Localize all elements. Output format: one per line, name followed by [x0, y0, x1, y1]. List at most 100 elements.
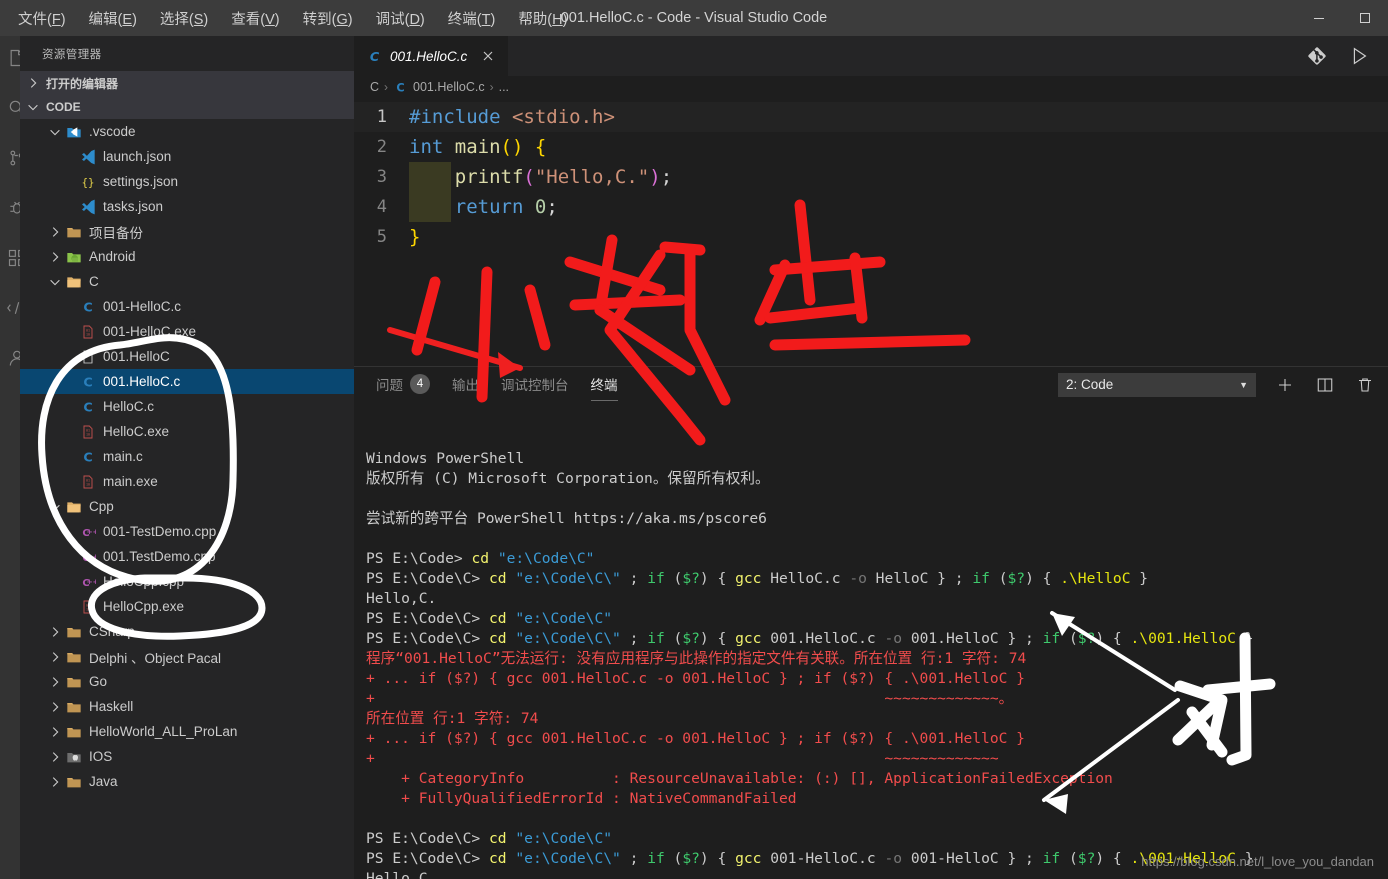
account-icon[interactable]: [2, 346, 20, 370]
tree-file[interactable]: Android: [20, 244, 354, 269]
terminal-line: 尝试新的跨平台 PowerShell https://aka.ms/pscore…: [366, 510, 767, 527]
tree-folder[interactable]: CSharp: [20, 619, 354, 644]
source-control-icon[interactable]: [2, 146, 20, 170]
tree-item-label: main.exe: [103, 474, 158, 489]
tree-file[interactable]: C 001-HelloC.c: [20, 294, 354, 319]
sidebar-section-code[interactable]: CODE: [20, 95, 354, 119]
tree-folder[interactable]: Java: [20, 769, 354, 794]
tree-file[interactable]: C HelloC.c: [20, 394, 354, 419]
tree-folder[interactable]: C: [20, 269, 354, 294]
source-control-icon[interactable]: [1306, 45, 1328, 67]
tree-item-label: Haskell: [89, 699, 134, 714]
menu-item-1[interactable]: 编辑(E): [89, 8, 137, 29]
tree-item-label: 001.HelloC: [103, 349, 170, 364]
tree-folder[interactable]: Cpp: [20, 494, 354, 519]
explorer-icon[interactable]: [2, 46, 20, 70]
tree-item-label: 001.HelloC.c: [103, 374, 181, 389]
tree-folder[interactable]: IOS: [20, 744, 354, 769]
breadcrumb-item-2[interactable]: ...: [499, 80, 509, 94]
terminal-line: PS E:\Code\C> cd "e:\Code\C": [366, 830, 613, 847]
menu-item-4[interactable]: 转到(G): [303, 8, 353, 29]
breadcrumb-item-1[interactable]: 001.HelloC.c: [413, 80, 485, 94]
menu-item-5[interactable]: 调试(D): [376, 8, 425, 29]
menu-item-7[interactable]: 帮助(H): [518, 8, 567, 29]
terminal-selector[interactable]: 2: Code ▼: [1058, 372, 1256, 397]
explorer-sidebar: 资源管理器 打开的编辑器 CODE .vscode launch.json {} set…: [20, 36, 354, 879]
search-icon[interactable]: [2, 96, 20, 120]
tree-file[interactable]: 01 10 001-HelloC.exe: [20, 319, 354, 344]
terminal-line: PS E:\Code\C> cd "e:\Code\C\" ; if ($?) …: [366, 630, 1254, 647]
menu-item-0[interactable]: 文件(F): [18, 8, 66, 29]
tree-item-label: HelloC.exe: [103, 424, 170, 439]
chevron-down-icon: [46, 123, 64, 141]
menu-item-2[interactable]: 选择(S): [160, 8, 208, 29]
terminal-line: PS E:\Code\C> cd "e:\Code\C\" ; if ($?) …: [366, 570, 1149, 587]
binary-icon: 01 10: [78, 423, 98, 441]
split-terminal-icon[interactable]: [1314, 374, 1336, 396]
panel-tab-3[interactable]: 终端: [590, 367, 618, 402]
sidebar-section-open-editors[interactable]: 打开的编辑器: [20, 71, 354, 95]
tree-file[interactable]: 01 10 HelloCpp.exe: [20, 594, 354, 619]
tree-folder[interactable]: Haskell: [20, 694, 354, 719]
tree-file[interactable]: C 001.HelloC.c: [20, 369, 354, 394]
code-line: 1 #include <stdio.h>: [354, 102, 1388, 132]
tree-file[interactable]: 01 10 main.exe: [20, 469, 354, 494]
terminal-output[interactable]: Windows PowerShell 版权所有 (C) Microsoft Cor…: [354, 401, 1388, 879]
tree-folder[interactable]: Go: [20, 669, 354, 694]
kill-terminal-icon[interactable]: [1354, 374, 1376, 396]
line-number: 1: [376, 107, 387, 127]
code-editor[interactable]: 1 #include <stdio.h> 2 int main() {3 printf…: [354, 98, 1388, 366]
editor-tab-bar: C 001.HelloC.c: [354, 36, 1388, 76]
minimize-icon[interactable]: [1296, 0, 1342, 36]
terminal-line: + FullyQualifiedErrorId : NativeCommandF…: [366, 790, 797, 807]
maximize-icon[interactable]: [1342, 0, 1388, 36]
tree-file[interactable]: 001.HelloC: [20, 344, 354, 369]
tab-001-helloc-c[interactable]: C 001.HelloC.c: [354, 36, 510, 76]
breadcrumb[interactable]: C › C 001.HelloC.c › ...: [354, 76, 1388, 98]
run-icon[interactable]: [1348, 45, 1370, 67]
terminal-line: + ... if ($?) { gcc 001.HelloC.c -o 001.…: [366, 730, 1025, 747]
tree-folder[interactable]: .vscode: [20, 119, 354, 144]
tree-file[interactable]: {} settings.json: [20, 169, 354, 194]
tree-item-label: .vscode: [89, 124, 136, 139]
debug-icon[interactable]: [2, 196, 20, 220]
chevron-down-icon: ▼: [1239, 379, 1248, 390]
tree-folder[interactable]: Delphi 、Object Pacal: [20, 644, 354, 669]
tree-file[interactable]: C++ 001-TestDemo.cpp: [20, 519, 354, 544]
panel-tab-1[interactable]: 输出: [452, 367, 479, 402]
tree-file[interactable]: C++ HelloCpp.cpp: [20, 569, 354, 594]
code-text: return 0;: [454, 196, 558, 218]
tree-folder[interactable]: HelloWorld_ALL_ProLan: [20, 719, 354, 744]
tree-file[interactable]: C++ 001.TestDemo.cpp: [20, 544, 354, 569]
new-terminal-icon[interactable]: [1274, 374, 1296, 396]
svg-text:10: 10: [86, 332, 90, 336]
tree-item-label: HelloCpp.exe: [103, 599, 185, 614]
menu-item-3[interactable]: 查看(V): [231, 8, 279, 29]
panel-tab-label: 问题: [376, 378, 403, 393]
panel-tab-bar: 问题 4 输出 调试控制台 终端 2: Code ▼: [354, 366, 1388, 401]
tree-file[interactable]: 01 10 HelloC.exe: [20, 419, 354, 444]
terminal-selector-value: 2: Code: [1066, 377, 1114, 392]
c-file-icon: C: [366, 48, 383, 65]
menu-item-6[interactable]: 终端(T): [448, 8, 496, 29]
tree-item-label: Go: [89, 674, 108, 689]
tree-item-label: IOS: [89, 749, 113, 764]
remote-icon[interactable]: [2, 296, 20, 320]
tree-file[interactable]: Cmain.c: [20, 444, 354, 469]
breadcrumb-item-0[interactable]: C: [370, 80, 379, 94]
tree-file[interactable]: tasks.json: [20, 194, 354, 219]
tree-folder[interactable]: 项目备份: [20, 219, 354, 244]
tree-item-label: Java: [89, 774, 118, 789]
code-line: 2 int main() {: [354, 132, 1388, 162]
panel-tab-label: 调试控制台: [501, 378, 569, 393]
tree-file[interactable]: launch.json: [20, 144, 354, 169]
extensions-icon[interactable]: [2, 246, 20, 270]
tree-item-label: 项目备份: [89, 225, 143, 241]
panel-tab-0[interactable]: 问题 4: [376, 367, 430, 402]
panel-tab-2[interactable]: 调试控制台: [501, 367, 569, 402]
cpp-file-icon: C++: [78, 548, 98, 566]
close-icon[interactable]: [480, 48, 496, 64]
